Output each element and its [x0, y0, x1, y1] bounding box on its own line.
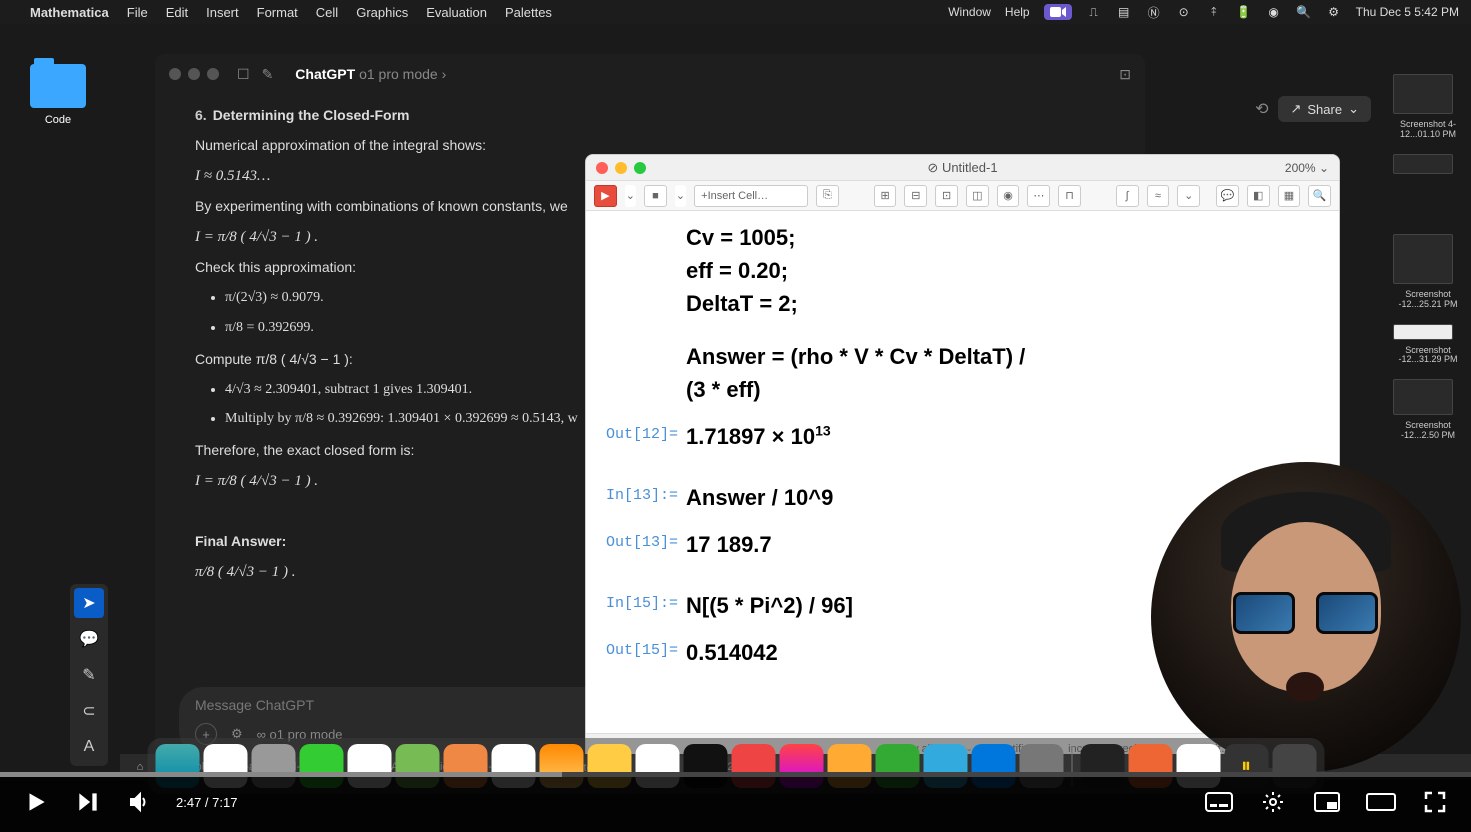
- chevron-down-icon: ⌄: [1348, 101, 1359, 117]
- maximize-icon[interactable]: [207, 68, 219, 80]
- tb-icon[interactable]: ⋯: [1027, 185, 1050, 207]
- maximize-icon[interactable]: [634, 162, 646, 174]
- search-icon[interactable]: 🔍: [1296, 4, 1312, 20]
- edit-icon[interactable]: ✎: [262, 66, 274, 83]
- abort-button[interactable]: ■: [644, 185, 667, 207]
- volume-button[interactable]: [124, 786, 156, 818]
- close-icon[interactable]: [596, 162, 608, 174]
- chat-icon[interactable]: 💬: [1216, 185, 1239, 207]
- close-icon[interactable]: [169, 68, 181, 80]
- in-value: Answer / 10^9: [686, 481, 833, 514]
- thumb-label: Screenshot 4-12...01.10 PM: [1393, 120, 1463, 140]
- dropdown-icon[interactable]: ⌄: [625, 185, 636, 207]
- mathematica-toolbar: ▶ ⌄ ■ ⌄ + Insert Cell… ⎘ ⊞ ⊟ ⊡ ◫ ◉ ⋯ ⊓ ∫…: [586, 181, 1339, 211]
- out-label: Out[12]=: [606, 420, 686, 453]
- evaluate-button[interactable]: ▶: [594, 185, 617, 207]
- pen-tool-icon[interactable]: ✎: [74, 660, 104, 690]
- tb-icon[interactable]: ⊟: [904, 185, 927, 207]
- next-button[interactable]: [72, 786, 104, 818]
- thumb-label: Screenshot -12...25.21 PM: [1393, 290, 1463, 310]
- tb-icon[interactable]: ⊡: [935, 185, 958, 207]
- screen-record-icon[interactable]: [1044, 4, 1072, 20]
- theater-button[interactable]: [1365, 786, 1397, 818]
- status-icon-2[interactable]: ▤: [1116, 4, 1132, 20]
- out-value: 1.71897 × 1013: [686, 420, 831, 453]
- minimize-icon[interactable]: [615, 162, 627, 174]
- progress-bar[interactable]: [0, 772, 1471, 777]
- comment-tool-icon[interactable]: 💬: [74, 624, 104, 654]
- share-icon: ↗: [1290, 101, 1301, 117]
- menu-help[interactable]: Help: [1005, 5, 1030, 19]
- video-player-controls: 2:47 / 7:17: [0, 772, 1471, 832]
- video-time: 2:47 / 7:17: [176, 795, 237, 810]
- tb-icon[interactable]: ≈: [1147, 185, 1170, 207]
- lasso-tool-icon[interactable]: ⊂: [74, 696, 104, 726]
- desktop-thumb[interactable]: [1393, 324, 1453, 340]
- fullscreen-button[interactable]: [1419, 786, 1451, 818]
- status-icon-5[interactable]: ⤉: [1206, 4, 1222, 20]
- folder-icon: [30, 64, 86, 108]
- folder-label: Code: [30, 114, 86, 126]
- settings-button[interactable]: [1257, 786, 1289, 818]
- thumb-label: Screenshot -12...2.50 PM: [1393, 421, 1463, 441]
- tb-icon[interactable]: ∫: [1116, 185, 1139, 207]
- out-value: 17 189.7: [686, 528, 772, 561]
- miniplayer-button[interactable]: [1311, 786, 1343, 818]
- desktop-folder-code[interactable]: Code: [30, 64, 86, 126]
- status-icon-3[interactable]: Ⓝ: [1146, 4, 1162, 20]
- desktop-thumb[interactable]: [1393, 74, 1453, 114]
- in-value: N[(5 * Pi^2) / 96]: [686, 589, 853, 622]
- cursor-tool-icon[interactable]: ➤: [74, 588, 104, 618]
- menu-graphics[interactable]: Graphics: [356, 5, 408, 20]
- webcam-overlay: [1151, 462, 1461, 772]
- menu-format[interactable]: Format: [257, 5, 298, 20]
- in-label: In[15]:=: [606, 589, 686, 622]
- out-label: Out[13]=: [606, 528, 686, 561]
- status-icon-4[interactable]: ⊙: [1176, 4, 1192, 20]
- tb-icon[interactable]: ◧: [1247, 185, 1270, 207]
- menu-evaluation[interactable]: Evaluation: [426, 5, 487, 20]
- status-icon-1[interactable]: ⎍: [1086, 4, 1102, 20]
- desktop-thumb[interactable]: [1393, 154, 1453, 174]
- dropdown-icon[interactable]: ⌄: [675, 185, 686, 207]
- menu-insert[interactable]: Insert: [206, 5, 239, 20]
- desktop-thumb[interactable]: [1393, 234, 1453, 284]
- insert-cell-dropdown[interactable]: + Insert Cell…: [694, 185, 808, 207]
- minimize-icon[interactable]: [188, 68, 200, 80]
- out-label: Out[15]=: [606, 636, 686, 669]
- control-center-icon[interactable]: ⚙: [1326, 4, 1342, 20]
- menu-file[interactable]: File: [127, 5, 148, 20]
- menubar-app[interactable]: Mathematica: [30, 5, 109, 20]
- play-button[interactable]: [20, 786, 52, 818]
- in-label: In[13]:=: [606, 481, 686, 514]
- tb-icon[interactable]: ◉: [997, 185, 1020, 207]
- text-tool-icon[interactable]: A: [74, 732, 104, 762]
- desktop-thumb[interactable]: [1393, 379, 1453, 415]
- window-menu-icon[interactable]: ⊡: [1119, 66, 1131, 83]
- captions-button[interactable]: [1203, 786, 1235, 818]
- sidebar-toggle-icon[interactable]: ☐: [237, 66, 250, 83]
- tb-icon[interactable]: ⎘: [816, 185, 839, 207]
- chatgpt-title[interactable]: ChatGPT o1 pro mode ›: [295, 66, 446, 82]
- zoom-level[interactable]: 200% ⌄: [1285, 161, 1329, 175]
- menu-window[interactable]: Window: [948, 5, 991, 19]
- tb-icon[interactable]: ⊓: [1058, 185, 1081, 207]
- mathematica-title: ⊘ Untitled-1: [927, 160, 997, 176]
- search-icon[interactable]: 🔍: [1308, 185, 1331, 207]
- battery-icon[interactable]: 🔋: [1236, 4, 1252, 20]
- thumb-label: Screenshot -12...31.29 PM: [1393, 346, 1463, 366]
- tb-icon[interactable]: ◫: [966, 185, 989, 207]
- out-value: 0.514042: [686, 636, 778, 669]
- annotation-toolbar: ➤ 💬 ✎ ⊂ A: [70, 584, 108, 766]
- menu-palettes[interactable]: Palettes: [505, 5, 552, 20]
- tb-icon[interactable]: ⌄: [1177, 185, 1200, 207]
- share-button[interactable]: ↗ Share ⌄: [1278, 96, 1371, 122]
- wifi-icon[interactable]: ◉: [1266, 4, 1282, 20]
- menubar-clock[interactable]: Thu Dec 5 5:42 PM: [1356, 5, 1459, 19]
- menu-edit[interactable]: Edit: [166, 5, 188, 20]
- menu-cell[interactable]: Cell: [316, 5, 338, 20]
- tb-icon[interactable]: ▦: [1278, 185, 1301, 207]
- tb-icon[interactable]: ⊞: [874, 185, 897, 207]
- sync-icon[interactable]: ⟲: [1255, 99, 1268, 119]
